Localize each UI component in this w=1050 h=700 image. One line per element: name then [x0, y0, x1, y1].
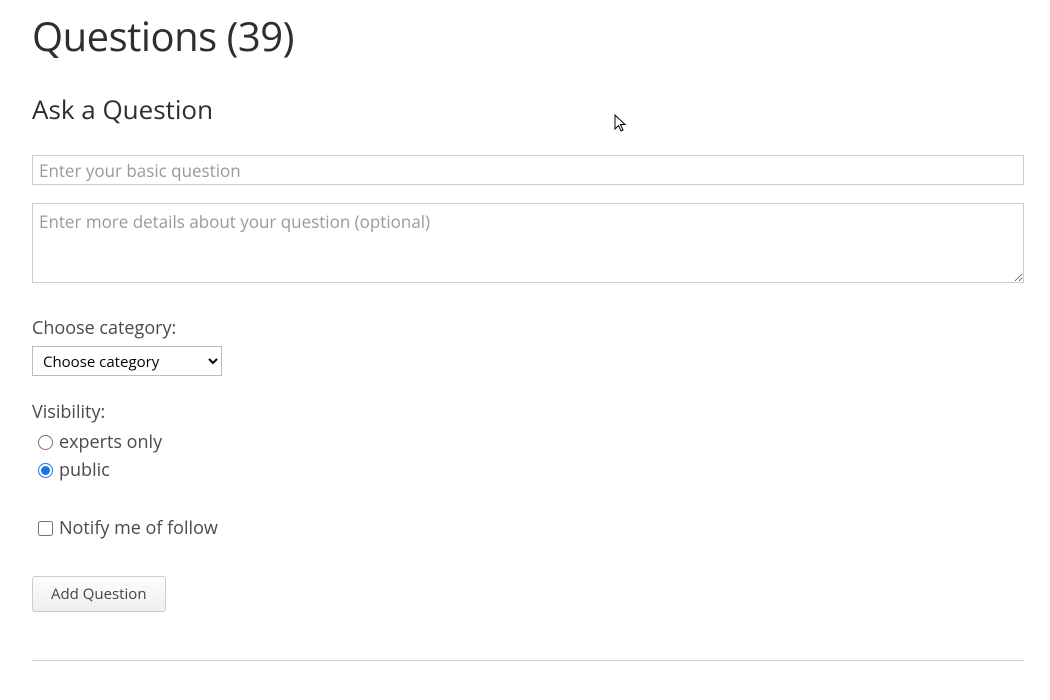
notify-label: Notify me of follow — [59, 516, 218, 540]
notify-block: Notify me of follow — [32, 516, 1018, 540]
ask-question-heading: Ask a Question — [32, 91, 1018, 127]
visibility-label: Visibility: — [32, 400, 1018, 424]
page-title: Questions (39) — [32, 8, 1018, 63]
add-question-button[interactable]: Add Question — [32, 576, 166, 612]
details-row — [32, 203, 1018, 288]
page-container: Questions (39) Ask a Question Choose cat… — [0, 0, 1050, 661]
divider — [32, 660, 1024, 661]
notify-row[interactable]: Notify me of follow — [38, 516, 1018, 540]
category-row: Choose category: Choose category — [32, 316, 1018, 376]
visibility-experts-label: experts only — [59, 430, 162, 454]
question-row — [32, 155, 1018, 185]
category-label: Choose category: — [32, 316, 1018, 340]
visibility-experts-radio[interactable] — [38, 435, 53, 450]
notify-checkbox[interactable] — [38, 521, 53, 536]
question-input[interactable] — [32, 155, 1024, 185]
visibility-block: Visibility: experts only public — [32, 400, 1018, 482]
visibility-public-label: public — [59, 458, 110, 482]
visibility-public-radio[interactable] — [38, 463, 53, 478]
submit-row: Add Question — [32, 576, 1018, 612]
details-textarea[interactable] — [32, 203, 1024, 283]
category-select[interactable]: Choose category — [32, 346, 222, 376]
visibility-experts-row[interactable]: experts only — [38, 430, 1018, 454]
visibility-public-row[interactable]: public — [38, 458, 1018, 482]
